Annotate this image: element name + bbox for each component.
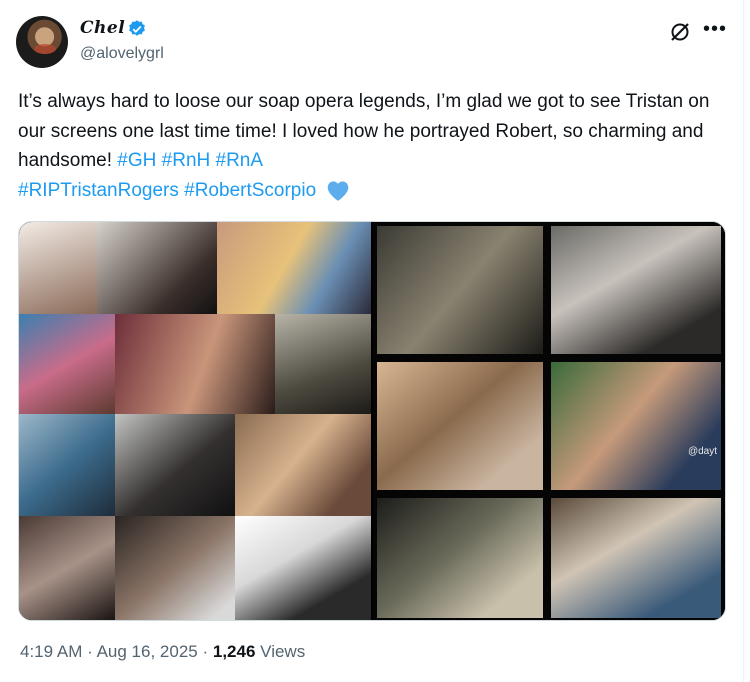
separator: · xyxy=(87,642,93,661)
post-time[interactable]: 4:19 AM xyxy=(20,642,82,661)
hashtag-riptristanrogers[interactable]: #RIPTristanRogers xyxy=(18,180,179,201)
hashtag-rna[interactable]: #RnA xyxy=(216,150,264,171)
separator: · xyxy=(202,642,209,661)
tweet-text: It’s always hard to loose our soap opera… xyxy=(18,87,718,205)
avatar[interactable] xyxy=(16,16,68,68)
grok-icon[interactable] xyxy=(668,20,692,44)
tweet-card: Chel @alovelygrl ••• It’s always hard to… xyxy=(0,0,744,682)
media-container[interactable]: @dayt xyxy=(18,221,726,621)
more-options-icon[interactable]: ••• xyxy=(703,18,727,41)
verified-badge-icon xyxy=(129,20,145,36)
blue-heart-icon xyxy=(328,181,349,202)
post-date[interactable]: Aug 16, 2025 xyxy=(97,642,198,661)
hashtag-robertscorpio[interactable]: #RobertScorpio xyxy=(184,180,316,201)
collage-photos-left[interactable] xyxy=(19,222,371,620)
display-name[interactable]: Chel xyxy=(80,18,125,38)
hashtag-rnh[interactable]: #RnH xyxy=(162,150,211,171)
hashtag-gh[interactable]: #GH xyxy=(117,150,156,171)
watermark: @dayt xyxy=(687,446,717,457)
collage-photos-right[interactable]: @dayt xyxy=(373,222,725,620)
views-label: Views xyxy=(260,642,306,661)
user-handle[interactable]: @alovelygrl xyxy=(80,45,164,63)
timestamp-row: 4:19 AM · Aug 16, 2025 · 1,246 Views xyxy=(20,642,305,662)
views-count: 1,246 xyxy=(212,642,256,661)
